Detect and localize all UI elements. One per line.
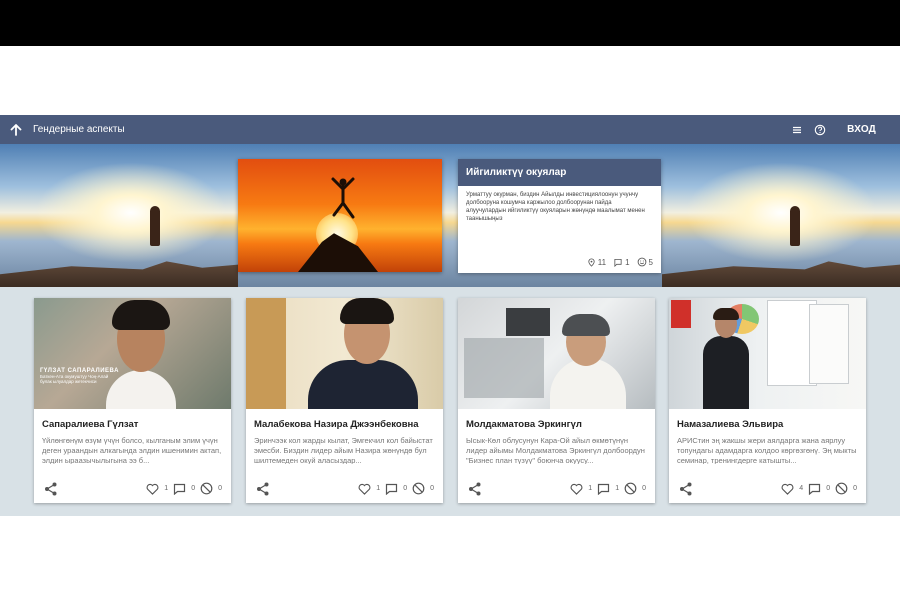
hero-right-image	[662, 144, 900, 287]
comments-count: 0	[826, 485, 831, 492]
heart-icon[interactable]	[358, 483, 371, 495]
comment-icon[interactable]	[808, 483, 821, 495]
comment-icon	[614, 258, 622, 267]
comments-stat: 1	[613, 257, 630, 267]
comment-icon[interactable]	[597, 483, 610, 495]
help-circle-icon	[814, 124, 826, 135]
app-title: Гендерные аспекты	[33, 124, 125, 135]
comments-count: 0	[403, 485, 408, 492]
comments-count: 1	[625, 257, 630, 267]
back-button[interactable]	[5, 119, 27, 141]
card-stats: 1 0 0	[358, 482, 434, 495]
comment-icon[interactable]	[385, 483, 398, 495]
arrow-up-icon	[10, 123, 22, 136]
map-pin-icon	[588, 258, 595, 267]
heart-icon[interactable]	[570, 483, 583, 495]
likes-count: 1	[376, 485, 381, 492]
profile-card[interactable]: ГҮЛЗАТ САПАРАЛИЕВА Баткен-Ата окумуштуу …	[34, 298, 231, 503]
app-bar-actions: ВХОД	[786, 115, 900, 144]
help-button[interactable]	[809, 119, 831, 141]
block-icon[interactable]	[624, 482, 637, 495]
profile-photo: ГҮЛЗАТ САПАРАЛИЕВА Баткен-Ата окумуштуу …	[34, 298, 231, 409]
heart-icon[interactable]	[146, 483, 159, 495]
likes-count: 1	[588, 485, 593, 492]
profile-description: АРИСтин эң жакшы жери аялдарга жана аярл…	[677, 436, 857, 464]
heart-icon[interactable]	[781, 483, 794, 495]
card-stats: 1 1 0	[570, 482, 646, 495]
block-icon[interactable]	[412, 482, 425, 495]
top-black-bar	[0, 0, 900, 46]
card-stats: 1 0 0	[146, 482, 222, 495]
smile-icon	[637, 257, 646, 267]
login-button[interactable]: ВХОД	[847, 124, 876, 135]
profile-description: Эринчээк кол жарды кылат, Эмгекчил кол б…	[254, 436, 433, 464]
share-icon[interactable]	[467, 481, 483, 497]
page: Гендерные аспекты ВХОД Ийгиликтүү окуяла…	[0, 0, 900, 599]
photo-caption-subtitle: Баткен-Ата окумуштуу Чоң-Алай булак ылуа…	[40, 374, 109, 384]
app-bar: Гендерные аспекты ВХОД	[0, 115, 900, 144]
card-footer: 1 0 0	[34, 481, 231, 497]
profile-photo	[246, 298, 443, 409]
block-icon[interactable]	[835, 482, 848, 495]
hero-banner	[0, 144, 900, 287]
comments-count: 1	[615, 485, 620, 492]
success-stories-stats: 11 1 5	[587, 257, 653, 267]
success-stories-text: Урматтуу окурман, биздин Айылды инвестиц…	[466, 192, 645, 222]
profile-name: Сапаралиева Гүлзат	[42, 419, 139, 430]
profile-photo	[669, 298, 866, 409]
menu-icon	[793, 126, 802, 133]
sunset-jump-image	[238, 159, 442, 272]
card-footer: 1 0 0	[246, 481, 443, 497]
profile-name: Молдакматова Эркингүл	[466, 419, 582, 430]
profile-description: Үйлөнгөнүм өзүм үчүн болсо, кылганым эли…	[42, 436, 222, 464]
card-footer: 4 0 0	[669, 481, 866, 497]
comment-icon[interactable]	[173, 483, 186, 495]
share-icon[interactable]	[43, 481, 59, 497]
places-stat: 11	[587, 258, 606, 267]
profile-card[interactable]: Малабекова Назира Джээнбековна Эринчээк …	[246, 298, 443, 503]
blocked-count: 0	[218, 485, 222, 492]
jumping-person-icon	[331, 177, 355, 219]
places-count: 11	[597, 257, 607, 267]
likes-count: 4	[799, 485, 804, 492]
success-stories-title: Ийгиликтүү окуялар	[458, 159, 661, 186]
profile-card[interactable]: Молдакматова Эркингүл Ысык-Көл облусунун…	[458, 298, 655, 503]
profile-name: Малабекова Назира Джээнбековна	[254, 419, 419, 430]
reactions-count: 5	[648, 257, 653, 267]
success-stories-card[interactable]: Ийгиликтүү окуялар Урматтуу окурман, биз…	[458, 159, 661, 273]
share-icon[interactable]	[678, 481, 694, 497]
block-icon[interactable]	[200, 482, 213, 495]
profile-card[interactable]: Намазалиева Эльвира АРИСтин эң жакшы жер…	[669, 298, 866, 503]
likes-count: 1	[164, 485, 169, 492]
card-stats: 4 0 0	[781, 482, 857, 495]
comments-count: 0	[191, 485, 196, 492]
share-icon[interactable]	[255, 481, 271, 497]
card-footer: 1 1 0	[458, 481, 655, 497]
photo-caption: ГҮЛЗАТ САПАРАЛИЕВА Баткен-Ата окумуштуу …	[40, 368, 119, 384]
menu-button[interactable]	[786, 119, 808, 141]
profile-photo	[458, 298, 655, 409]
blocked-count: 0	[853, 485, 857, 492]
profile-name: Намазалиева Эльвира	[677, 419, 784, 430]
profile-description: Ысык-Көл облусунун Кара-Ой айыл өкмөтүнү…	[466, 436, 645, 464]
reactions-stat: 5	[637, 257, 653, 267]
blocked-count: 0	[642, 485, 646, 492]
hero-left-image	[0, 144, 238, 287]
blocked-count: 0	[430, 485, 434, 492]
